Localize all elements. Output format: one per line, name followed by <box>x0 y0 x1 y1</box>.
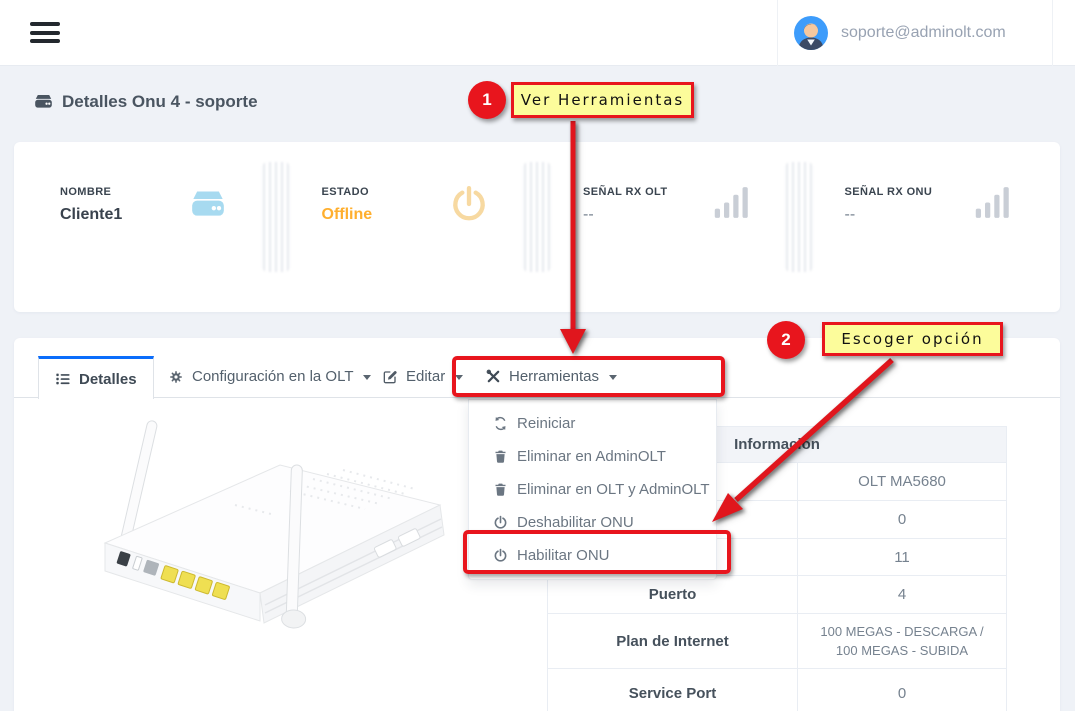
stat-label: NOMBRE <box>60 186 276 198</box>
row-value: OLT MA5680 <box>798 463 1006 500</box>
table-row: Service Port 0 <box>548 669 1006 711</box>
signal-bars-icon <box>714 184 751 221</box>
tabbar-divider <box>14 397 1060 398</box>
top-navbar: soporte@adminolt.com <box>0 0 1075 66</box>
user-email: soporte@adminolt.com <box>841 24 1006 42</box>
row-label: Service Port <box>548 669 798 711</box>
highlight-box-habilitar-onu <box>463 530 731 574</box>
page-title: Detalles Onu 4 - soporte <box>33 91 258 112</box>
page-title-text: Detalles Onu 4 - soporte <box>62 92 258 112</box>
step-number: 2 <box>781 330 790 350</box>
trash-icon <box>493 449 508 464</box>
menu-item-eliminar-adminolt[interactable]: Eliminar en AdminOLT <box>469 440 716 473</box>
table-row: Plan de Internet 100 MEGAS - DESCARGA / … <box>548 614 1006 669</box>
stat-senal-rx-olt: SEÑAL RX OLT -- <box>537 142 799 312</box>
step-2-badge: 2 <box>767 321 805 359</box>
stat-label: SEÑAL RX OLT <box>583 186 799 198</box>
tab-configuracion-olt[interactable]: Configuración en la OLT <box>152 356 387 397</box>
stat-value: Cliente1 <box>60 206 276 224</box>
menu-item-reiniciar[interactable]: Reiniciar <box>469 407 716 440</box>
stat-estado: ESTADO Offline <box>276 142 538 312</box>
row-label: Puerto <box>548 576 798 613</box>
callout-ver-herramientas: Ver Herramientas <box>511 82 694 118</box>
status-badge: Offline <box>322 206 538 224</box>
row-value: 11 <box>798 539 1006 575</box>
stat-label: ESTADO <box>322 186 538 198</box>
tab-label: Configuración en la OLT <box>192 368 353 385</box>
stat-value: -- <box>583 206 799 224</box>
refresh-icon <box>493 416 508 431</box>
menu-item-label: Reiniciar <box>517 415 575 432</box>
stat-value: -- <box>845 206 1061 224</box>
callout-escoger-opcion: Escoger opción <box>822 322 1003 356</box>
tab-label: Editar <box>406 368 445 385</box>
edit-icon <box>382 369 398 385</box>
menu-item-eliminar-olt-adminolt[interactable]: Eliminar en OLT y AdminOLT <box>469 473 716 506</box>
user-account-menu[interactable]: soporte@adminolt.com <box>777 0 1053 66</box>
highlight-box-herramientas <box>452 356 725 397</box>
row-label: Plan de Internet <box>548 614 798 668</box>
tab-label: Detalles <box>79 371 137 388</box>
step-number: 1 <box>482 90 491 110</box>
onu-device-image <box>35 413 455 641</box>
menu-item-label: Eliminar en OLT y AdminOLT <box>517 481 710 498</box>
row-value: 100 MEGAS - DESCARGA / 100 MEGAS - SUBID… <box>798 614 1006 668</box>
trash-icon <box>493 482 508 497</box>
menu-item-label: Deshabilitar ONU <box>517 514 634 531</box>
onu-device-icon <box>33 91 54 112</box>
callout-text: Escoger opción <box>841 330 983 348</box>
stat-senal-rx-onu: SEÑAL RX ONU -- <box>799 142 1061 312</box>
hamburger-menu-icon[interactable] <box>30 22 60 44</box>
table-row: Puerto 4 <box>548 576 1006 614</box>
menu-item-label: Eliminar en AdminOLT <box>517 448 666 465</box>
row-value: 4 <box>798 576 1006 613</box>
adminolt-onu-details-screen: soporte@adminolt.com Detalles Onu 4 - so… <box>0 0 1075 711</box>
stat-nombre: NOMBRE Cliente1 <box>14 142 276 312</box>
user-avatar <box>794 16 828 50</box>
power-icon <box>449 184 489 224</box>
step-1-badge: 1 <box>468 81 506 119</box>
callout-text: Ver Herramientas <box>521 91 684 109</box>
row-value: 0 <box>798 501 1006 538</box>
onu-status-card: NOMBRE Cliente1 ESTADO Offline SEÑAL RX … <box>14 142 1060 312</box>
tab-detalles[interactable]: Detalles <box>38 356 154 399</box>
gear-icon <box>168 369 184 385</box>
router-icon <box>188 184 228 224</box>
row-value: 0 <box>798 669 1006 711</box>
stat-label: SEÑAL RX ONU <box>845 186 1061 198</box>
signal-bars-icon <box>975 184 1012 221</box>
power-icon <box>493 515 508 530</box>
list-icon <box>55 371 71 387</box>
